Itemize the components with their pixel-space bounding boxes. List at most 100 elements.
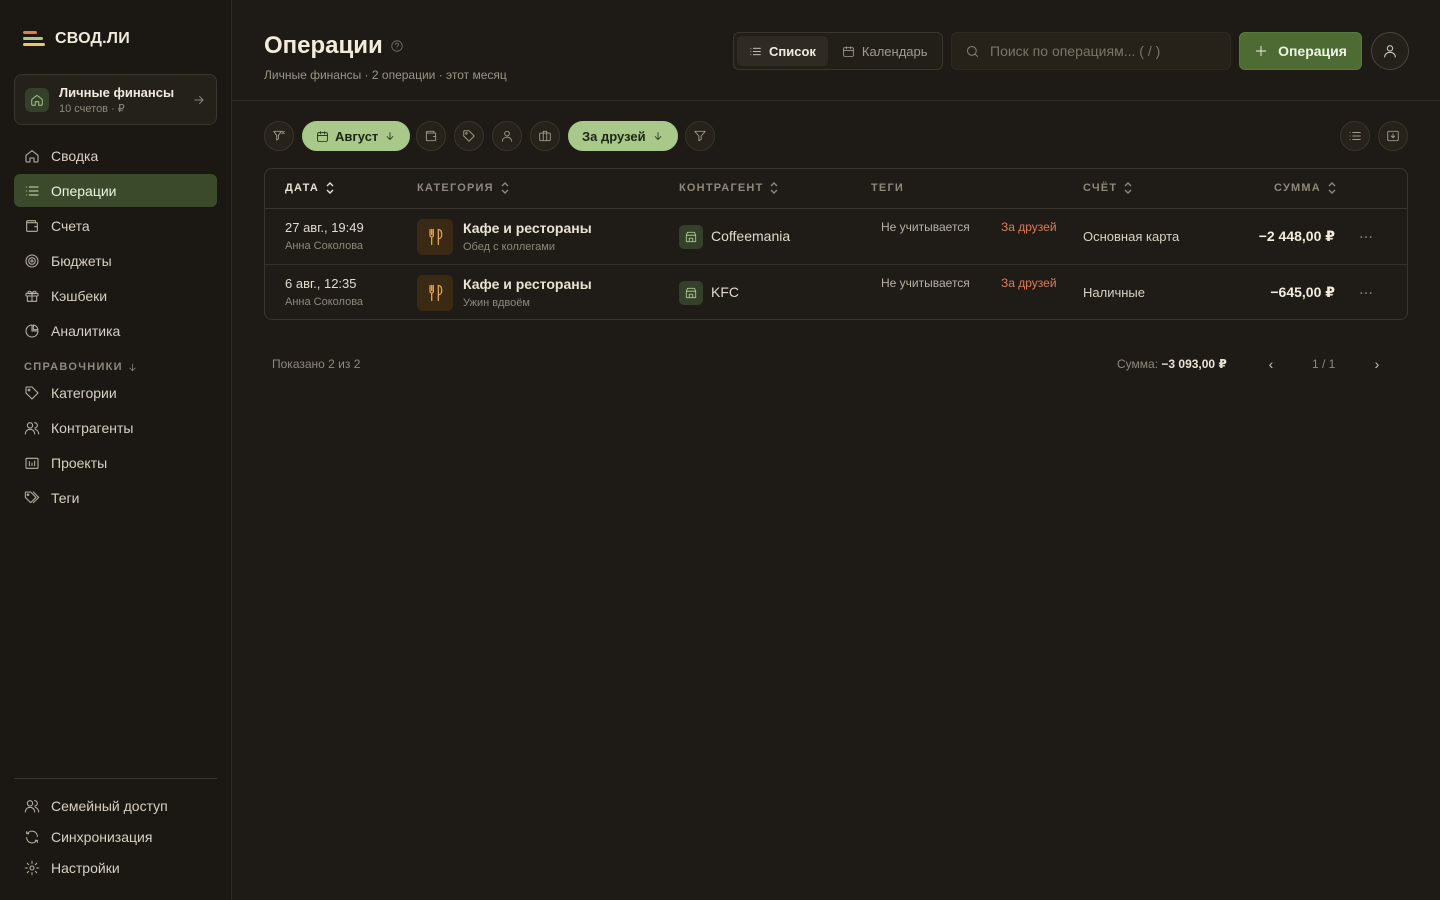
page-indicator: 1 / 1 [1312, 357, 1336, 371]
view-calendar-label: Календарь [861, 43, 928, 59]
nav-item-accounts[interactable]: Счета [14, 209, 217, 242]
column-date[interactable]: ДАТА [285, 182, 335, 194]
nav-item-label: Бюджеты [51, 252, 112, 269]
row-amount: −2 448,00 ₽ [1258, 228, 1335, 244]
add-operation-label: Операция [1278, 43, 1347, 59]
nav-item-family-access[interactable]: Семейный доступ [14, 789, 217, 822]
column-tags: ТЕГИ [871, 182, 904, 194]
row-person: Анна Соколова [285, 240, 364, 252]
month-filter-button[interactable]: Август [302, 121, 411, 151]
target-icon [25, 253, 39, 268]
prev-page-button[interactable]: ‹ [1259, 352, 1283, 376]
column-amount[interactable]: СУММА [1274, 182, 1337, 194]
nav-item-label: Аналитика [51, 322, 121, 339]
nav-item-label: Семейный доступ [51, 797, 168, 814]
list-icon [25, 185, 39, 196]
nav-item-budgets[interactable]: Бюджеты [14, 244, 217, 277]
fork-knife-icon [417, 219, 453, 255]
view-list-button[interactable]: Список [737, 36, 828, 66]
row-category: Кафе и рестораны [463, 276, 592, 292]
add-operation-button[interactable]: Операция [1239, 32, 1362, 70]
sort-icon [501, 182, 509, 194]
pie-chart-icon [25, 323, 39, 337]
column-date-label: ДАТА [285, 182, 320, 194]
logo-text: СВОД.ЛИ [55, 30, 130, 47]
row-counterparty: Coffeemania [711, 228, 791, 244]
row-tag-for-friends[interactable]: За друзей [1001, 274, 1061, 292]
total-sum-label: Сумма: [1117, 357, 1159, 371]
reset-filters-button[interactable] [264, 121, 294, 151]
sort-icon [770, 182, 778, 194]
nav-item-counterparties[interactable]: Контрагенты [14, 411, 217, 444]
arrow-down-icon [654, 132, 661, 140]
nav-item-categories[interactable]: Категории [14, 376, 217, 409]
workspace-title: Личные финансы [59, 84, 175, 100]
row-account: Основная карта [1083, 229, 1180, 244]
view-calendar-button[interactable]: Календарь [830, 36, 940, 66]
nav-item-projects[interactable]: Проекты [14, 446, 217, 479]
more-icon[interactable] [1358, 285, 1374, 301]
table-header: ДАТА КАТЕГОРИЯ КОНТРАГЕНТ ТЕГИ СЧЁТ СУММ… [265, 169, 1407, 209]
table-row[interactable]: 6 авг., 12:35 Анна Соколова Кафе и ресто… [265, 264, 1407, 319]
row-tag-not-counted[interactable]: Не учитывается [881, 274, 971, 292]
workspace-switcher[interactable]: Личные финансы 10 счетов · ₽ [14, 74, 217, 125]
arrow-down-icon [129, 363, 136, 371]
account-filter-button[interactable] [416, 121, 446, 151]
next-page-button[interactable]: › [1365, 352, 1389, 376]
tag-filter-button[interactable] [454, 121, 484, 151]
nav-item-operations[interactable]: Операции [14, 174, 217, 207]
store-icon [679, 225, 703, 249]
row-account: Наличные [1083, 285, 1145, 300]
total-sum-value: −3 093,00 ₽ [1161, 357, 1227, 371]
page-title: Операции [264, 32, 383, 59]
nav-item-label: Теги [51, 489, 80, 506]
column-account[interactable]: СЧЁТ [1083, 182, 1133, 194]
help-icon[interactable] [390, 39, 404, 53]
nav-item-cashbacks[interactable]: Кэшбеки [14, 279, 217, 312]
density-toggle-button[interactable] [1340, 121, 1370, 151]
users-icon [24, 421, 40, 435]
column-tags-label: ТЕГИ [871, 182, 904, 194]
sort-icon [1328, 182, 1336, 194]
view-list-label: Список [769, 43, 816, 59]
nav-item-label: Проекты [51, 454, 108, 471]
nav-item-summary[interactable]: Сводка [14, 139, 217, 172]
row-amount: −645,00 ₽ [1270, 284, 1335, 300]
export-button[interactable] [1378, 121, 1408, 151]
row-tag-for-friends[interactable]: За друзей [1001, 218, 1061, 236]
month-filter-label: Август [335, 128, 379, 144]
column-counterparty[interactable]: КОНТРАГЕНТ [679, 182, 779, 194]
column-category[interactable]: КАТЕГОРИЯ [417, 182, 510, 194]
row-category: Кафе и рестораны [463, 220, 592, 236]
list-icon [750, 47, 761, 55]
tag-icon [463, 130, 475, 142]
section-references-toggle[interactable]: СПРАВОЧНИКИ [24, 361, 138, 373]
search-box [951, 32, 1231, 70]
arrow-right-icon [192, 93, 206, 107]
row-tag-not-counted[interactable]: Не учитывается [881, 218, 971, 236]
user-avatar-button[interactable] [1371, 32, 1409, 70]
nav-item-tags[interactable]: Теги [14, 481, 217, 514]
more-icon[interactable] [1358, 229, 1374, 245]
search-input[interactable] [990, 43, 1210, 59]
row-note: Ужин вдвоём [463, 297, 530, 309]
nav-item-sync[interactable]: Синхронизация [14, 820, 217, 853]
view-toggle: Список Календарь [733, 32, 943, 70]
app-logo[interactable]: СВОД.ЛИ [23, 30, 130, 48]
for-friends-filter-button[interactable]: За друзей [568, 121, 678, 151]
nav-item-analytics[interactable]: Аналитика [14, 314, 217, 347]
section-label: СПРАВОЧНИКИ [24, 361, 123, 373]
nav-item-label: Настройки [51, 859, 120, 876]
wallet-icon [26, 219, 38, 232]
folder-icon [25, 457, 39, 469]
nav-item-settings[interactable]: Настройки [14, 851, 217, 884]
shown-count: Показано 2 из 2 [272, 357, 361, 371]
more-filters-button[interactable] [685, 121, 715, 151]
project-filter-button[interactable] [530, 121, 560, 151]
list-icon [1349, 132, 1361, 140]
table-row[interactable]: 27 авг., 19:49 Анна Соколова Кафе и рест… [265, 209, 1407, 264]
person-filter-button[interactable] [492, 121, 522, 151]
fork-knife-icon [417, 275, 453, 311]
wallet-icon [425, 130, 437, 142]
tag-icon [25, 385, 39, 400]
